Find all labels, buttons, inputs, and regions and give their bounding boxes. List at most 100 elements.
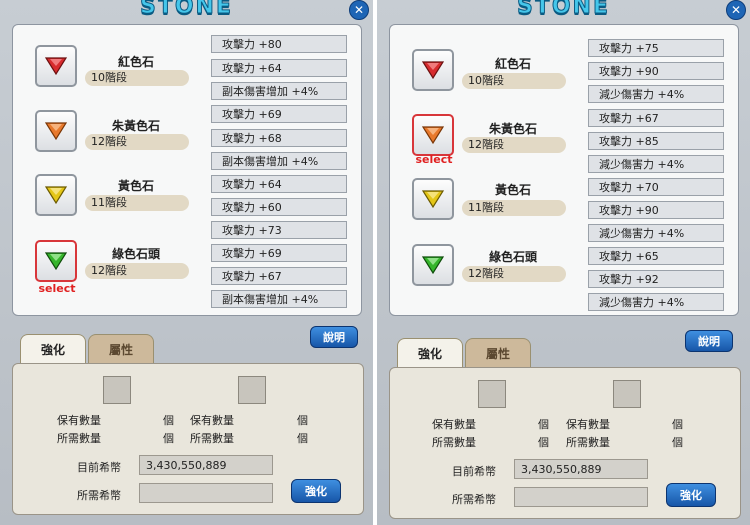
orange-gem-icon xyxy=(44,122,68,141)
unit-label: 個 xyxy=(538,418,549,431)
required-label: 所需數量 xyxy=(190,432,234,445)
stat-row: 攻擊力 +68 xyxy=(211,129,347,147)
stat-row: 減少傷害力 +4% xyxy=(588,224,724,242)
stat-row: 副本傷害增加 +4% xyxy=(211,152,347,170)
stone-panel-left: STONE ✕ 紅色石 10階段 朱黃色石 12階段 黃色石 11階段 sele… xyxy=(0,0,373,525)
stone-panel-right: STONE ✕ 紅色石 10階段 select 朱黃色石 12階段 黃色石 11… xyxy=(377,0,750,525)
required-coins-label: 所需希幣 xyxy=(452,493,496,506)
select-label: select xyxy=(38,282,76,295)
owned-label: 保有數量 xyxy=(566,418,610,431)
red-gem-icon xyxy=(44,57,68,76)
select-label: select xyxy=(415,153,453,166)
stat-row: 副本傷害增加 +4% xyxy=(211,82,347,100)
yellow-gem-icon xyxy=(44,186,68,205)
gem-name: 綠色石頭 xyxy=(111,247,160,261)
stat-row: 攻擊力 +64 xyxy=(211,175,347,193)
gem-name: 黃色石 xyxy=(117,179,154,193)
stat-row: 攻擊力 +90 xyxy=(588,201,724,219)
gem-slot-yellow[interactable] xyxy=(412,178,454,220)
yellow-gem-icon xyxy=(421,190,445,209)
current-coins-label: 目前希幣 xyxy=(77,461,121,474)
close-icon[interactable]: ✕ xyxy=(349,0,369,20)
green-gem-icon xyxy=(421,256,445,275)
stat-row: 攻擊力 +64 xyxy=(211,59,347,77)
close-icon[interactable]: ✕ xyxy=(726,0,746,20)
material-slot[interactable] xyxy=(478,380,506,408)
upgrade-button[interactable]: 強化 xyxy=(666,483,716,507)
current-coins-label: 目前希幣 xyxy=(452,465,496,478)
stat-row: 攻擊力 +60 xyxy=(211,198,347,216)
required-label: 所需數量 xyxy=(566,436,610,449)
stat-row: 攻擊力 +67 xyxy=(588,109,724,127)
gem-name: 紅色石 xyxy=(117,55,154,69)
material-slot[interactable] xyxy=(103,376,131,404)
required-label: 所需數量 xyxy=(432,436,476,449)
gem-name: 紅色石 xyxy=(494,57,531,71)
tab-attributes[interactable]: 屬性 xyxy=(88,334,154,364)
stat-row: 副本傷害增加 +4% xyxy=(211,290,347,308)
explain-button[interactable]: 說明 xyxy=(685,330,733,352)
owned-label: 保有數量 xyxy=(57,414,101,427)
material-slot[interactable] xyxy=(238,376,266,404)
stat-row: 減少傷害力 +4% xyxy=(588,155,724,173)
unit-label: 個 xyxy=(163,432,174,445)
stat-row: 攻擊力 +70 xyxy=(588,178,724,196)
gem-level: 11階段 xyxy=(462,200,566,216)
gem-slot-green[interactable] xyxy=(35,240,77,282)
required-label: 所需數量 xyxy=(57,432,101,445)
gem-level: 12階段 xyxy=(462,266,566,282)
stat-row: 減少傷害力 +4% xyxy=(588,293,724,311)
owned-label: 保有數量 xyxy=(190,414,234,427)
gem-name: 黃色石 xyxy=(494,183,531,197)
orange-gem-icon xyxy=(421,126,445,145)
unit-label: 個 xyxy=(297,414,308,427)
tab-upgrade[interactable]: 強化 xyxy=(397,338,463,368)
upgrade-box: 保有數量 所需數量 個 個 保有數量 所需數量 個 個 目前希幣 3,430,5… xyxy=(389,367,741,519)
tab-attributes[interactable]: 屬性 xyxy=(465,338,531,368)
required-coins-label: 所需希幣 xyxy=(77,489,121,502)
panel-title: STONE xyxy=(517,0,610,20)
required-coins-field xyxy=(514,487,648,507)
gem-slot-orange[interactable] xyxy=(35,110,77,152)
current-coins-field: 3,430,550,889 xyxy=(514,459,648,479)
owned-label: 保有數量 xyxy=(432,418,476,431)
unit-label: 個 xyxy=(538,436,549,449)
red-gem-icon xyxy=(421,61,445,80)
unit-label: 個 xyxy=(672,436,683,449)
gem-slot-green[interactable] xyxy=(412,244,454,286)
stat-row: 攻擊力 +73 xyxy=(211,221,347,239)
stat-row: 攻擊力 +80 xyxy=(211,35,347,53)
stat-row: 攻擊力 +92 xyxy=(588,270,724,288)
unit-label: 個 xyxy=(297,432,308,445)
gem-slot-red[interactable] xyxy=(35,45,77,87)
gem-name: 朱黃色石 xyxy=(111,119,160,133)
gem-slot-orange[interactable] xyxy=(412,114,454,156)
current-coins-field: 3,430,550,889 xyxy=(139,455,273,475)
required-coins-field xyxy=(139,483,273,503)
gem-level: 10階段 xyxy=(85,70,189,86)
gem-level: 12階段 xyxy=(85,263,189,279)
unit-label: 個 xyxy=(163,414,174,427)
gem-slot-yellow[interactable] xyxy=(35,174,77,216)
material-slot[interactable] xyxy=(613,380,641,408)
upgrade-button[interactable]: 強化 xyxy=(291,479,341,503)
stat-row: 攻擊力 +69 xyxy=(211,105,347,123)
gem-slot-red[interactable] xyxy=(412,49,454,91)
stat-row: 減少傷害力 +4% xyxy=(588,85,724,103)
stat-row: 攻擊力 +67 xyxy=(211,267,347,285)
gem-level: 12階段 xyxy=(85,134,189,150)
explain-button[interactable]: 說明 xyxy=(310,326,358,348)
stat-row: 攻擊力 +85 xyxy=(588,132,724,150)
unit-label: 個 xyxy=(672,418,683,431)
stat-row: 攻擊力 +90 xyxy=(588,62,724,80)
tab-upgrade[interactable]: 強化 xyxy=(20,334,86,364)
stat-row: 攻擊力 +69 xyxy=(211,244,347,262)
panel-title: STONE xyxy=(140,0,233,20)
stat-row: 攻擊力 +75 xyxy=(588,39,724,57)
gem-level: 11階段 xyxy=(85,195,189,211)
gem-level: 12階段 xyxy=(462,137,566,153)
gem-name: 朱黃色石 xyxy=(488,122,537,136)
upgrade-box: 保有數量 所需數量 個 個 保有數量 所需數量 個 個 目前希幣 3,430,5… xyxy=(12,363,364,515)
gem-level: 10階段 xyxy=(462,73,566,89)
gem-list-box: 紅色石 10階段 select 朱黃色石 12階段 黃色石 11階段 綠色石頭 … xyxy=(389,24,739,316)
